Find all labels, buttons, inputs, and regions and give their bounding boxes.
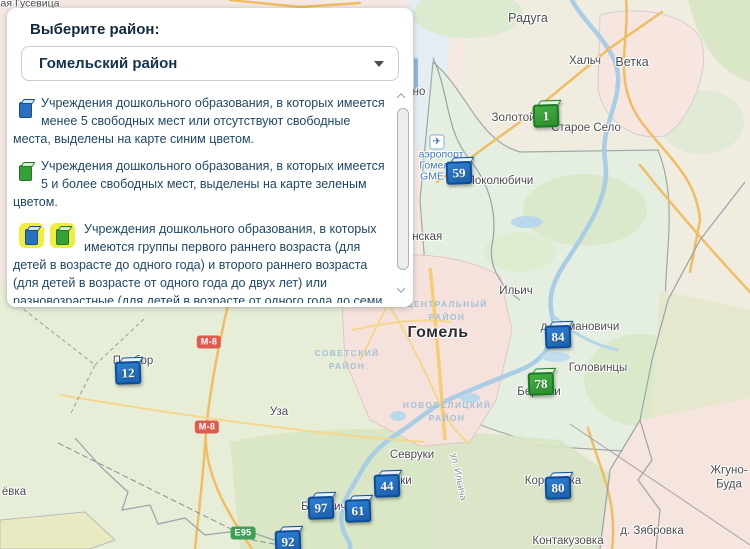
- marker-count: 78: [534, 376, 548, 392]
- book-cover: 61: [345, 499, 372, 523]
- tile-blue-icon: [25, 229, 38, 245]
- map-label: но: [413, 85, 426, 99]
- book-cover: 12: [115, 361, 142, 385]
- map-app: ая ГусевицаноРадугаХальчВеткаЗолотой Рог…: [0, 0, 750, 549]
- map-label: Гомель: [408, 323, 469, 343]
- map-label: Уза: [270, 405, 288, 419]
- airport-icon: ✈: [430, 135, 445, 150]
- legend-text: Учреждения дошкольного образования, в ко…: [13, 96, 385, 146]
- marker-count: 84: [551, 329, 565, 345]
- book-cover: 59: [446, 161, 473, 185]
- scroll-down-button[interactable]: [394, 284, 408, 296]
- scroll-up-button[interactable]: [394, 90, 408, 102]
- book-cover: 78: [528, 372, 555, 396]
- book-cover: 97: [308, 496, 335, 520]
- marker-count: 12: [121, 365, 135, 381]
- kindergarten-marker[interactable]: 84: [545, 325, 572, 349]
- kindergarten-marker[interactable]: 92: [275, 530, 302, 549]
- legend: Учреждения дошкольного образования, в ко…: [7, 88, 393, 303]
- book-cover: 44: [374, 474, 401, 498]
- marker-count: 59: [452, 165, 466, 181]
- district-dropdown-value: Гомельский район: [39, 55, 374, 72]
- map-label: ёвка: [2, 485, 26, 499]
- legend-icons: [19, 160, 32, 181]
- map-label: Контакузовка: [532, 534, 603, 548]
- map-label: НОВОБЕЛИЦКИЙ РАЙОН: [403, 399, 491, 425]
- legend-scrollbar[interactable]: [397, 108, 409, 270]
- airplane-glyph: ✈: [433, 137, 441, 147]
- map-label: Севруки: [390, 448, 434, 462]
- road-badge: М-8: [195, 421, 219, 434]
- book-green-icon: [19, 165, 32, 181]
- map-label: д. Зябровка: [620, 524, 683, 538]
- legend-icons: [19, 223, 75, 248]
- book-blue-icon: [19, 102, 32, 118]
- book-cover: 1: [533, 104, 560, 128]
- map-label: Ильич: [499, 284, 532, 298]
- marker-count: 97: [314, 500, 328, 516]
- marker-count: 61: [351, 503, 365, 519]
- kindergarten-marker[interactable]: 97: [308, 496, 335, 520]
- panel-title: Выберите район:: [30, 21, 159, 38]
- map-label: GME: [420, 170, 444, 183]
- book-cover: 92: [275, 530, 302, 549]
- map-label: Старое Село: [551, 121, 621, 135]
- book-cover: 80: [545, 476, 572, 500]
- kindergarten-marker[interactable]: 59: [446, 161, 473, 185]
- district-selector-panel: Выберите район: Гомельский район Учрежде…: [7, 8, 413, 307]
- book-cover: 84: [545, 325, 572, 349]
- road-badge: М-8: [197, 336, 221, 349]
- map-label: СОВЕТСКИЙ РАЙОН: [315, 347, 380, 373]
- map-label: Поколюбичи: [467, 174, 534, 188]
- map-label: ки: [400, 474, 411, 488]
- kindergarten-marker[interactable]: 12: [115, 361, 142, 385]
- kindergarten-marker[interactable]: 80: [545, 476, 572, 500]
- chevron-up-icon: [397, 93, 405, 101]
- chevron-down-icon: [397, 284, 405, 292]
- kindergarten-marker[interactable]: 78: [528, 372, 555, 396]
- district-dropdown[interactable]: Гомельский район: [21, 46, 399, 81]
- map-label: Хальч: [569, 54, 601, 68]
- legend-item: Учреждения дошкольного образования, в ко…: [13, 157, 391, 211]
- map-label: Ветка: [615, 55, 648, 71]
- kindergarten-marker[interactable]: 61: [345, 499, 372, 523]
- road-badge: E95: [231, 527, 256, 540]
- map-label: Жгуно-Буда: [710, 464, 747, 493]
- marker-count: 80: [551, 480, 565, 496]
- legend-item: Учреждения дошкольного образования, в ко…: [13, 94, 391, 148]
- yellow-tile-icon: [19, 223, 44, 248]
- marker-count: 44: [380, 478, 394, 494]
- chevron-down-icon: [374, 61, 384, 67]
- marker-count: 1: [542, 108, 549, 124]
- yellow-tile-icon: [50, 223, 75, 248]
- tile-green-icon: [56, 229, 69, 245]
- legend-text: Учреждения дошкольного образования, в ко…: [13, 159, 385, 209]
- legend-item: Учреждения дошкольного образования, в ко…: [13, 220, 391, 303]
- legend-icons: [19, 97, 32, 118]
- map-label: Головинцы: [569, 361, 628, 375]
- kindergarten-marker[interactable]: 44: [374, 474, 401, 498]
- marker-count: 92: [281, 534, 295, 549]
- map-label: Радуга: [508, 11, 548, 27]
- kindergarten-marker[interactable]: 1: [533, 104, 560, 128]
- map-label: ЦЕНТРАЛЬНЫЙ РАЙОН: [406, 298, 487, 324]
